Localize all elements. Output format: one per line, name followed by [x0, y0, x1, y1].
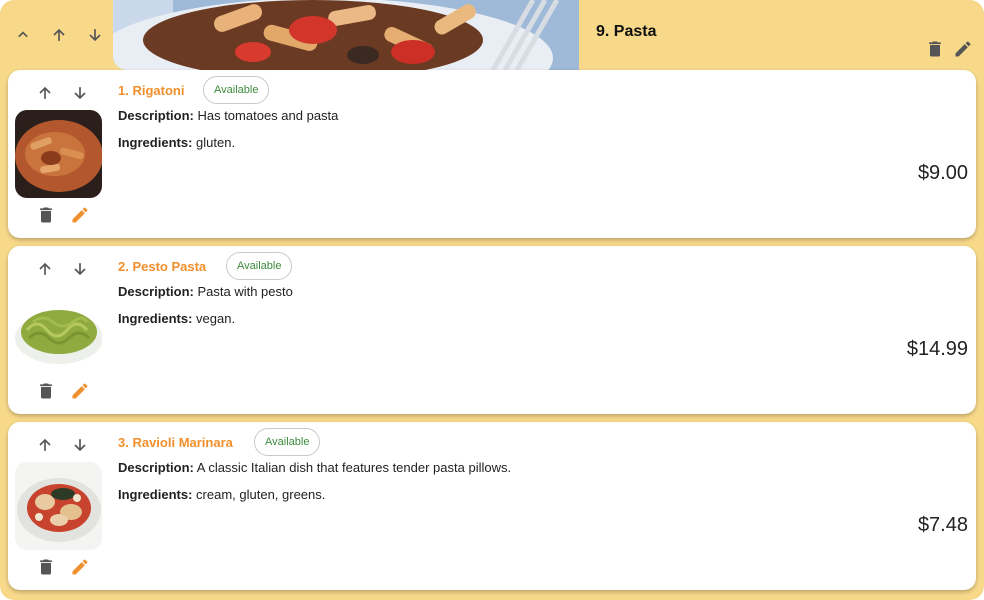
description-label: Description:: [118, 108, 194, 123]
item-price: $14.99: [906, 338, 968, 360]
status-badge: Available: [254, 428, 321, 456]
ingredients-value: cream, gluten, greens.: [196, 487, 326, 502]
collapse-category-button[interactable]: [12, 24, 34, 46]
item-photo: [15, 286, 102, 374]
item-ingredients: Ingredients: gluten.: [118, 135, 235, 150]
category-title: 9. Pasta: [596, 23, 657, 40]
arrow-up-icon: [53, 28, 65, 41]
trash-icon: [40, 559, 52, 575]
trash-icon: [40, 207, 52, 223]
arrow-up-icon: [39, 438, 51, 451]
ingredients-label: Ingredients:: [118, 487, 193, 502]
category-image: [113, 0, 579, 70]
move-category-down-button[interactable]: [84, 24, 106, 46]
edit-item-button[interactable]: [69, 556, 91, 578]
chevron-up-icon: [18, 31, 28, 38]
move-category-up-button[interactable]: [48, 24, 70, 46]
move-item-up-button[interactable]: [34, 434, 56, 456]
arrow-down-icon: [74, 87, 86, 100]
arrow-down-icon: [74, 439, 86, 452]
trash-icon: [40, 383, 52, 399]
item-actions: [35, 556, 91, 578]
status-badge: Available: [203, 76, 270, 104]
item-description: Description: Pasta with pesto: [118, 284, 293, 299]
arrow-down-icon: [74, 263, 86, 276]
item-ingredients: Ingredients: cream, gluten, greens.: [118, 487, 325, 502]
description-label: Description:: [118, 460, 194, 475]
move-item-down-button[interactable]: [69, 434, 91, 456]
status-badge: Available: [226, 252, 293, 280]
item-price: $9.00: [917, 162, 968, 184]
description-value: Has tomatoes and pasta: [197, 108, 339, 123]
description-value: A classic Italian dish that features ten…: [196, 460, 512, 475]
menu-item-card: 2. Pesto Pasta Available Description: Pa…: [8, 246, 976, 414]
description-label: Description:: [118, 284, 194, 299]
menu-item-card: 3. Ravioli Marinara Available Descriptio…: [8, 422, 976, 590]
item-actions: [35, 204, 91, 226]
arrow-up-icon: [39, 86, 51, 99]
delete-category-button[interactable]: [924, 38, 946, 60]
category-header: 9. Pasta: [0, 0, 984, 70]
item-ingredients: Ingredients: vegan.: [118, 311, 235, 326]
item-photo: [15, 462, 102, 550]
item-name: 3. Ravioli Marinara: [118, 435, 233, 450]
item-order-controls: [34, 258, 91, 280]
item-order-controls: [34, 434, 91, 456]
pencil-icon: [72, 207, 88, 223]
item-order-controls: [34, 82, 91, 104]
pencil-icon: [72, 559, 88, 575]
move-item-up-button[interactable]: [34, 82, 56, 104]
item-name: 2. Pesto Pasta: [118, 259, 207, 274]
category-card: 9. Pasta 1. Rigatoni Available Descripti…: [0, 0, 984, 600]
item-description: Description: Has tomatoes and pasta: [118, 108, 338, 123]
delete-item-button[interactable]: [35, 380, 57, 402]
category-order-controls: [12, 24, 106, 46]
item-price: $7.48: [917, 514, 968, 536]
trash-icon: [929, 41, 941, 57]
item-actions: [35, 380, 91, 402]
edit-category-button[interactable]: [952, 38, 974, 60]
pencil-icon: [72, 383, 88, 399]
pencil-icon: [955, 41, 971, 57]
ingredients-value: vegan.: [196, 311, 236, 326]
description-value: Pasta with pesto: [197, 284, 293, 299]
arrow-up-icon: [39, 262, 51, 275]
edit-item-button[interactable]: [69, 204, 91, 226]
ingredients-value: gluten.: [196, 135, 236, 150]
ingredients-label: Ingredients:: [118, 311, 193, 326]
delete-item-button[interactable]: [35, 556, 57, 578]
menu-item-card: 1. Rigatoni Available Description: Has t…: [8, 70, 976, 238]
arrow-down-icon: [89, 29, 101, 42]
edit-item-button[interactable]: [69, 380, 91, 402]
category-actions: [924, 38, 974, 60]
delete-item-button[interactable]: [35, 204, 57, 226]
move-item-down-button[interactable]: [69, 82, 91, 104]
item-photo: [15, 110, 102, 198]
move-item-up-button[interactable]: [34, 258, 56, 280]
item-name: 1. Rigatoni: [118, 83, 185, 98]
item-description: Description: A classic Italian dish that…: [118, 460, 511, 475]
ingredients-label: Ingredients:: [118, 135, 193, 150]
move-item-down-button[interactable]: [69, 258, 91, 280]
